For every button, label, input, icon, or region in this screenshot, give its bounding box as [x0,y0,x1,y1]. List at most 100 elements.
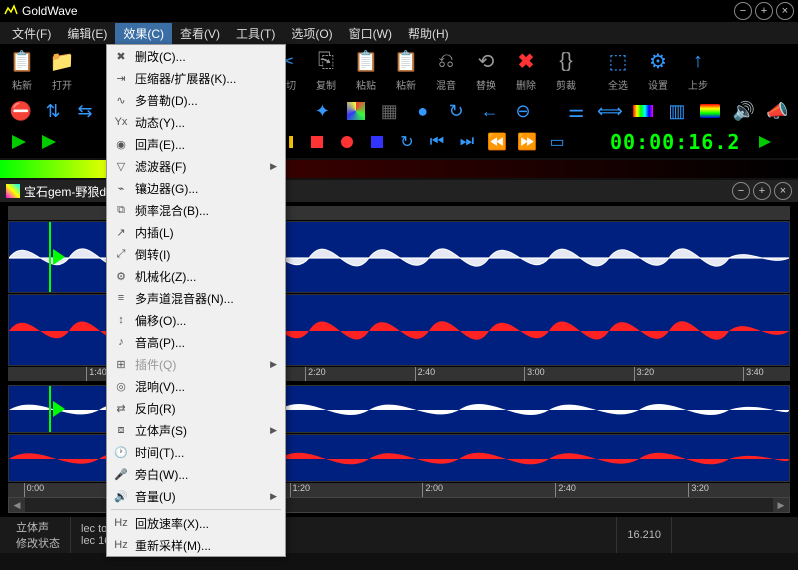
circle-h-icon[interactable]: ⊖ [510,98,535,124]
menu-effect[interactable]: 效果(C) [115,23,172,44]
trim-button[interactable]: {}剪裁 [548,48,584,92]
orb-icon[interactable]: ● [410,98,435,124]
menu-edit[interactable]: 编辑(E) [59,23,115,44]
delete-icon: ✖ [512,48,540,75]
menu-item-compressor[interactable]: ⇥压缩器/扩展器(K)... [107,67,285,89]
playhead-icon [53,249,65,265]
film-icon[interactable]: ▦ [377,98,402,124]
copy-button[interactable]: ⎘复制 [308,48,344,92]
open-button[interactable]: 📁打开 [44,48,80,92]
volume-icon: 🔊 [111,488,131,504]
doc-maximize-button[interactable]: + [753,182,771,200]
menu-options[interactable]: 选项(O) [283,23,340,44]
next-button[interactable]: ⏭ [456,131,478,153]
delete-menu-icon: ✖ [111,48,131,64]
mix-button[interactable]: ⎌混音 [428,48,464,92]
scroll-left-button[interactable]: ◀ [9,498,25,512]
menu-item-reverse[interactable]: ⇄反向(R) [107,397,285,419]
cycle-icon[interactable]: ↻ [443,98,468,124]
arrow-left-icon[interactable]: ← [477,98,502,124]
menu-item-offset[interactable]: ↕偏移(O)... [107,309,285,331]
grid-icon[interactable] [343,98,368,124]
delete-button[interactable]: ✖删除 [508,48,544,92]
settings-button[interactable]: ⚙设置 [640,48,676,92]
menu-item-resample[interactable]: Hz重新采样(M)... [107,534,285,556]
menu-item-invert[interactable]: ⤢倒转(I) [107,243,285,265]
overview-playhead-icon [53,401,65,417]
doc-minimize-button[interactable]: − [732,182,750,200]
menu-item-freqblend[interactable]: ⧉频率混合(B)... [107,199,285,221]
menu-item-delete[interactable]: ✖删改(C)... [107,45,285,67]
paste-icon: 📋 [352,48,380,75]
menu-tools[interactable]: 工具(T) [228,23,283,44]
ff-button[interactable]: ⏩ [516,131,538,153]
pitch-icon: ♪ [111,334,131,350]
menu-item-dynamics[interactable]: Yx动态(Y)... [107,111,285,133]
menu-item-doppler[interactable]: ∿多普勒(D)... [107,89,285,111]
play2-button[interactable] [38,131,60,153]
menu-item-echo[interactable]: ◉回声(E)... [107,133,285,155]
slider-h-icon[interactable]: ⟺ [597,98,623,124]
stop-button[interactable] [306,131,328,153]
prev-button[interactable]: ⏮ [426,131,448,153]
menu-window[interactable]: 窗口(W) [341,23,400,44]
rec-button[interactable] [336,131,358,153]
speaker-icon[interactable]: 🔊 [731,98,756,124]
scroll-right-button[interactable]: ▶ [773,498,789,512]
submenu-arrow-icon: ▶ [270,359,281,370]
paste-button[interactable]: 📋粘贴 [348,48,384,92]
rainbow-icon[interactable] [698,98,723,124]
paste-new-button[interactable]: 📋粘新 [4,48,40,92]
status-position: 16.210 [617,517,672,553]
marker-button[interactable]: ▭ [546,131,568,153]
voiceover-icon: 🎤 [111,466,131,482]
multichannel-icon: ≡ [111,290,131,306]
minimize-button[interactable]: − [734,2,752,20]
menu-view[interactable]: 查看(V) [172,23,228,44]
menu-item-multichannel[interactable]: ≡多声道混音器(N)... [107,287,285,309]
sliders-icon[interactable]: ⚌ [564,98,589,124]
spectrum-icon[interactable] [631,98,656,124]
rec-stop-button[interactable] [366,131,388,153]
menu-item-reverb[interactable]: ◎混响(V)... [107,375,285,397]
doppler-icon: ∿ [111,92,131,108]
hz-icon: Hz [111,537,131,553]
hz-icon: Hz [111,515,131,531]
star-icon[interactable]: ✦ [310,98,335,124]
doc-close-button[interactable]: × [774,182,792,200]
menu-item-flanger[interactable]: ⌁镶边器(G)... [107,177,285,199]
menu-item-mechanize[interactable]: ⚙机械化(Z)... [107,265,285,287]
menu-item-plugin: ⊞插件(Q)▶ [107,353,285,375]
copy-icon: ⎘ [312,48,340,75]
paste-new2-button[interactable]: 📋粘新 [388,48,424,92]
menu-item-stereo[interactable]: ⧈立体声(S)▶ [107,419,285,441]
menu-file[interactable]: 文件(F) [4,23,59,44]
up-button[interactable]: ↑上步 [680,48,716,92]
mix-icon: ⎌ [432,48,460,75]
play-button[interactable] [8,131,30,153]
reverb-icon: ◎ [111,378,131,394]
swap-v-icon[interactable]: ⇅ [40,98,66,124]
maximize-button[interactable]: + [755,2,773,20]
menu-item-filter[interactable]: ▽滤波器(F)▶ [107,155,285,177]
no-entry-icon[interactable]: ⛔ [8,98,34,124]
up-icon: ↑ [684,48,712,75]
menu-item-playback-rate[interactable]: Hz回放速率(X)... [107,512,285,534]
menu-item-time[interactable]: 🕐时间(T)... [107,441,285,463]
filter-icon: ▽ [111,158,131,174]
menu-item-interpolate[interactable]: ↗内插(L) [107,221,285,243]
menu-item-volume[interactable]: 🔊音量(U)▶ [107,485,285,507]
swap-h-icon[interactable]: ⇆ [72,98,98,124]
menu-item-pitch[interactable]: ♪音高(P)... [107,331,285,353]
replace-button[interactable]: ⟲替换 [468,48,504,92]
bars-icon[interactable]: ▥ [664,98,689,124]
close-button[interactable]: × [776,2,794,20]
speaker2-icon[interactable]: 📣 [765,98,790,124]
plugin-icon: ⊞ [111,356,131,372]
menu-help[interactable]: 帮助(H) [400,23,457,44]
time-display: 00:00:16.2 [604,130,746,154]
rew-button[interactable]: ⏪ [486,131,508,153]
loop-button[interactable]: ↻ [396,131,418,153]
menu-item-voiceover[interactable]: 🎤旁白(W)... [107,463,285,485]
selall-button[interactable]: ⬚全选 [600,48,636,92]
